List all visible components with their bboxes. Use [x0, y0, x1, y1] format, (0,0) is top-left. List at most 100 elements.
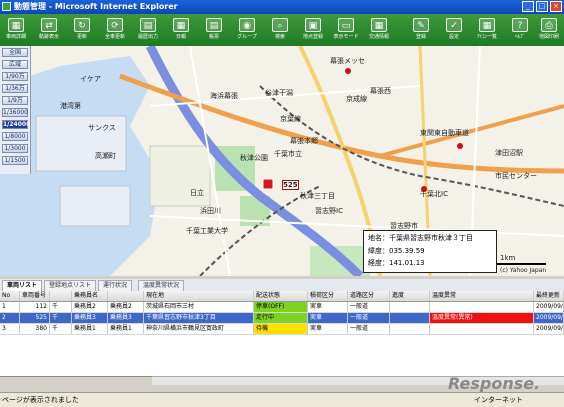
table-row-selected[interactable]: 2 525 千 乗務員3 乗務員3 千葉県習志野市秋津3丁目 走行中 実車 一般… — [0, 313, 564, 324]
zoom-level-button[interactable]: 広域 — [2, 60, 28, 69]
cell-driver: 乗務員1 — [72, 324, 108, 334]
table-row[interactable]: 3 380 千 乗務員1 乗務員1 神奈川県横浜市鶴見区寛政町 待機 実車 一般… — [0, 324, 564, 335]
main-toolbar: ▦ 車両詳細 ⇄ 軌跡表示 ↻ 更新 ⟳ 全車更新 ▤ 履歴出力 ▦ 日報 ▤ 帳票 ◉ グルー… — [0, 14, 564, 46]
point-register-button[interactable]: ▣ 地点登録 — [299, 16, 327, 44]
maximize-button[interactable]: □ — [536, 1, 548, 12]
cell-number: 525 — [20, 313, 50, 323]
copyright: (c) Yahoo Japan — [500, 267, 547, 274]
map-label: 幕張メッセ — [330, 57, 365, 65]
cell-no: 2 — [0, 313, 20, 323]
tab-temperature-status[interactable]: 温度異常状況 — [138, 280, 185, 291]
cell-location: 千葉県習志野市秋津3丁目 — [144, 313, 254, 323]
column-header[interactable]: 道路区分 — [348, 291, 390, 301]
map-label: 千葉北IC — [420, 190, 448, 198]
map-label: 秋津公園 — [240, 154, 268, 162]
location-info-box: 地名：千葉県習志野市秋津３丁目 緯度：035.39.59 経度：141.01.1… — [363, 230, 497, 273]
column-header[interactable]: 温度異常 — [430, 291, 534, 301]
title-bar: 動態管理 - Microsoft Internet Explorer _ □ × — [0, 0, 564, 14]
refresh-all-button[interactable]: ⟳ 全車更新 — [101, 16, 129, 44]
map-label: 千葉工業大学 — [186, 227, 228, 235]
pin-icon: ▣ — [305, 18, 321, 32]
latitude-text: 緯度：035.39.59 — [368, 247, 425, 255]
vehicle-detail-icon: ▦ — [8, 18, 24, 32]
table-row[interactable]: 1 112 千 乗務員2 乗務員2 茨城県石岡市三村 停車(OFF) 実車 一般… — [0, 302, 564, 313]
cell-number: 380 — [20, 324, 50, 334]
vehicle-label[interactable]: 525 — [282, 180, 299, 190]
refresh-button[interactable]: ↻ 更新 — [68, 16, 96, 44]
map-print-button[interactable]: ⎙ 地図印刷 — [535, 16, 563, 44]
window-title: 動態管理 - Microsoft Internet Explorer — [14, 2, 178, 11]
cell-code: 千 — [50, 324, 72, 334]
vehicle-detail-button[interactable]: ▦ 車両詳細 — [2, 16, 30, 44]
column-header[interactable]: 配送状態 — [254, 291, 308, 301]
close-button[interactable]: × — [550, 1, 562, 12]
register-button[interactable]: ✎ 登録 — [407, 16, 435, 44]
track-display-button[interactable]: ⇄ 軌跡表示 — [35, 16, 63, 44]
edit-icon: ✎ — [413, 18, 429, 32]
tab-vehicle-list[interactable]: 車両リスト — [2, 280, 43, 291]
cell-road: 一般道 — [348, 302, 390, 312]
zoom-level-button[interactable]: 全国 — [2, 48, 28, 57]
map-label: サンクス — [88, 124, 116, 132]
daily-report-button[interactable]: ▦ 日報 — [167, 16, 195, 44]
cell-driver: 乗務員2 — [72, 302, 108, 312]
zoom-panel: 全国 広域 1/90万 1/36万 1/9万 1/36000 1/24000 1… — [0, 46, 31, 174]
vehicle-table: No 車両番号 乗務員名 現在地 配送状態 積荷区分 道路区分 進度 温度異常 … — [0, 291, 564, 377]
zoom-level-button[interactable]: 1/1500 — [2, 156, 28, 165]
map-label: 高瀬町 — [95, 152, 116, 160]
map-label: 浜田川 — [200, 207, 221, 215]
group-button[interactable]: ◉ グループ — [233, 16, 261, 44]
cell-status: 停車(OFF) — [254, 302, 308, 312]
column-header[interactable]: 現在地 — [144, 291, 254, 301]
map-label: 東関東自動車道 — [420, 129, 469, 137]
column-header[interactable]: 車両番号 — [20, 291, 50, 301]
zoom-level-button-selected[interactable]: 1/24000 — [2, 120, 30, 129]
minimize-button[interactable]: _ — [522, 1, 534, 12]
zoom-level-button[interactable]: 1/36000 — [2, 108, 28, 117]
cell-cargo: 実車 — [308, 313, 348, 323]
forms-button[interactable]: ▤ 帳票 — [200, 16, 228, 44]
icon-list-button[interactable]: ▦ ｱｲｺﾝ一覧 — [473, 16, 501, 44]
map-label: 習志野IC — [315, 207, 343, 215]
zoom-level-button[interactable]: 1/90万 — [2, 72, 28, 81]
table-header: No 車両番号 乗務員名 現在地 配送状態 積荷区分 道路区分 進度 温度異常 … — [0, 291, 564, 302]
display-mode-button[interactable]: ▭ 表示モード — [332, 16, 360, 44]
column-header[interactable]: 乗務員名 — [72, 291, 108, 301]
cell-driver: 乗務員3 — [72, 313, 108, 323]
column-header[interactable] — [50, 291, 72, 301]
map-label: イケア — [80, 75, 101, 83]
traffic-info-button[interactable]: ▦ 交通情報 — [365, 16, 393, 44]
tab-registered-points[interactable]: 登録地点リスト — [44, 280, 97, 291]
cell-speed — [390, 324, 430, 334]
map-label: 市民センター — [495, 172, 537, 180]
zoom-level-button[interactable]: 1/9万 — [2, 96, 28, 105]
zoom-level-button[interactable]: 1/8000 — [2, 132, 28, 141]
zoom-level-button[interactable]: 1/3000 — [2, 144, 28, 153]
map-label: 京成線 — [346, 95, 367, 103]
form-icon: ▤ — [206, 18, 222, 32]
column-header[interactable]: 積荷区分 — [308, 291, 348, 301]
settings-button[interactable]: ✓ 設定 — [440, 16, 468, 44]
cell-cargo: 実車 — [308, 302, 348, 312]
tab-operation-status[interactable]: 運行状況 — [98, 280, 133, 291]
history-export-button[interactable]: ▤ 履歴出力 — [134, 16, 162, 44]
map-label: 秋津三丁目 — [300, 192, 335, 200]
status-bar: ページが表示されました インターネット — [0, 392, 564, 407]
traffic-icon: ▦ — [371, 18, 387, 32]
zoom-level-button[interactable]: 1/36万 — [2, 84, 28, 93]
search-button[interactable]: ⌕ 検索 — [266, 16, 294, 44]
cell-number: 112 — [20, 302, 50, 312]
map-label: 京葉線 — [280, 115, 301, 123]
address-text: 地名：千葉県習志野市秋津３丁目 — [368, 234, 473, 242]
cell-driver: 乗務員3 — [108, 313, 144, 323]
column-header[interactable] — [108, 291, 144, 301]
search-icon: ⌕ — [272, 18, 288, 32]
cell-updated: 2009/09/02 — [536, 324, 564, 334]
cell-driver: 乗務員1 — [108, 324, 144, 334]
column-header[interactable]: 最終更新 — [534, 291, 564, 301]
cell-location: 神奈川県横浜市鶴見区寛政町 — [144, 324, 254, 334]
help-button[interactable]: ? ﾍﾙﾌﾟ — [506, 16, 534, 44]
column-header[interactable]: 進度 — [390, 291, 430, 301]
cell-status: 待機 — [254, 324, 308, 334]
column-header[interactable]: No — [0, 291, 20, 301]
